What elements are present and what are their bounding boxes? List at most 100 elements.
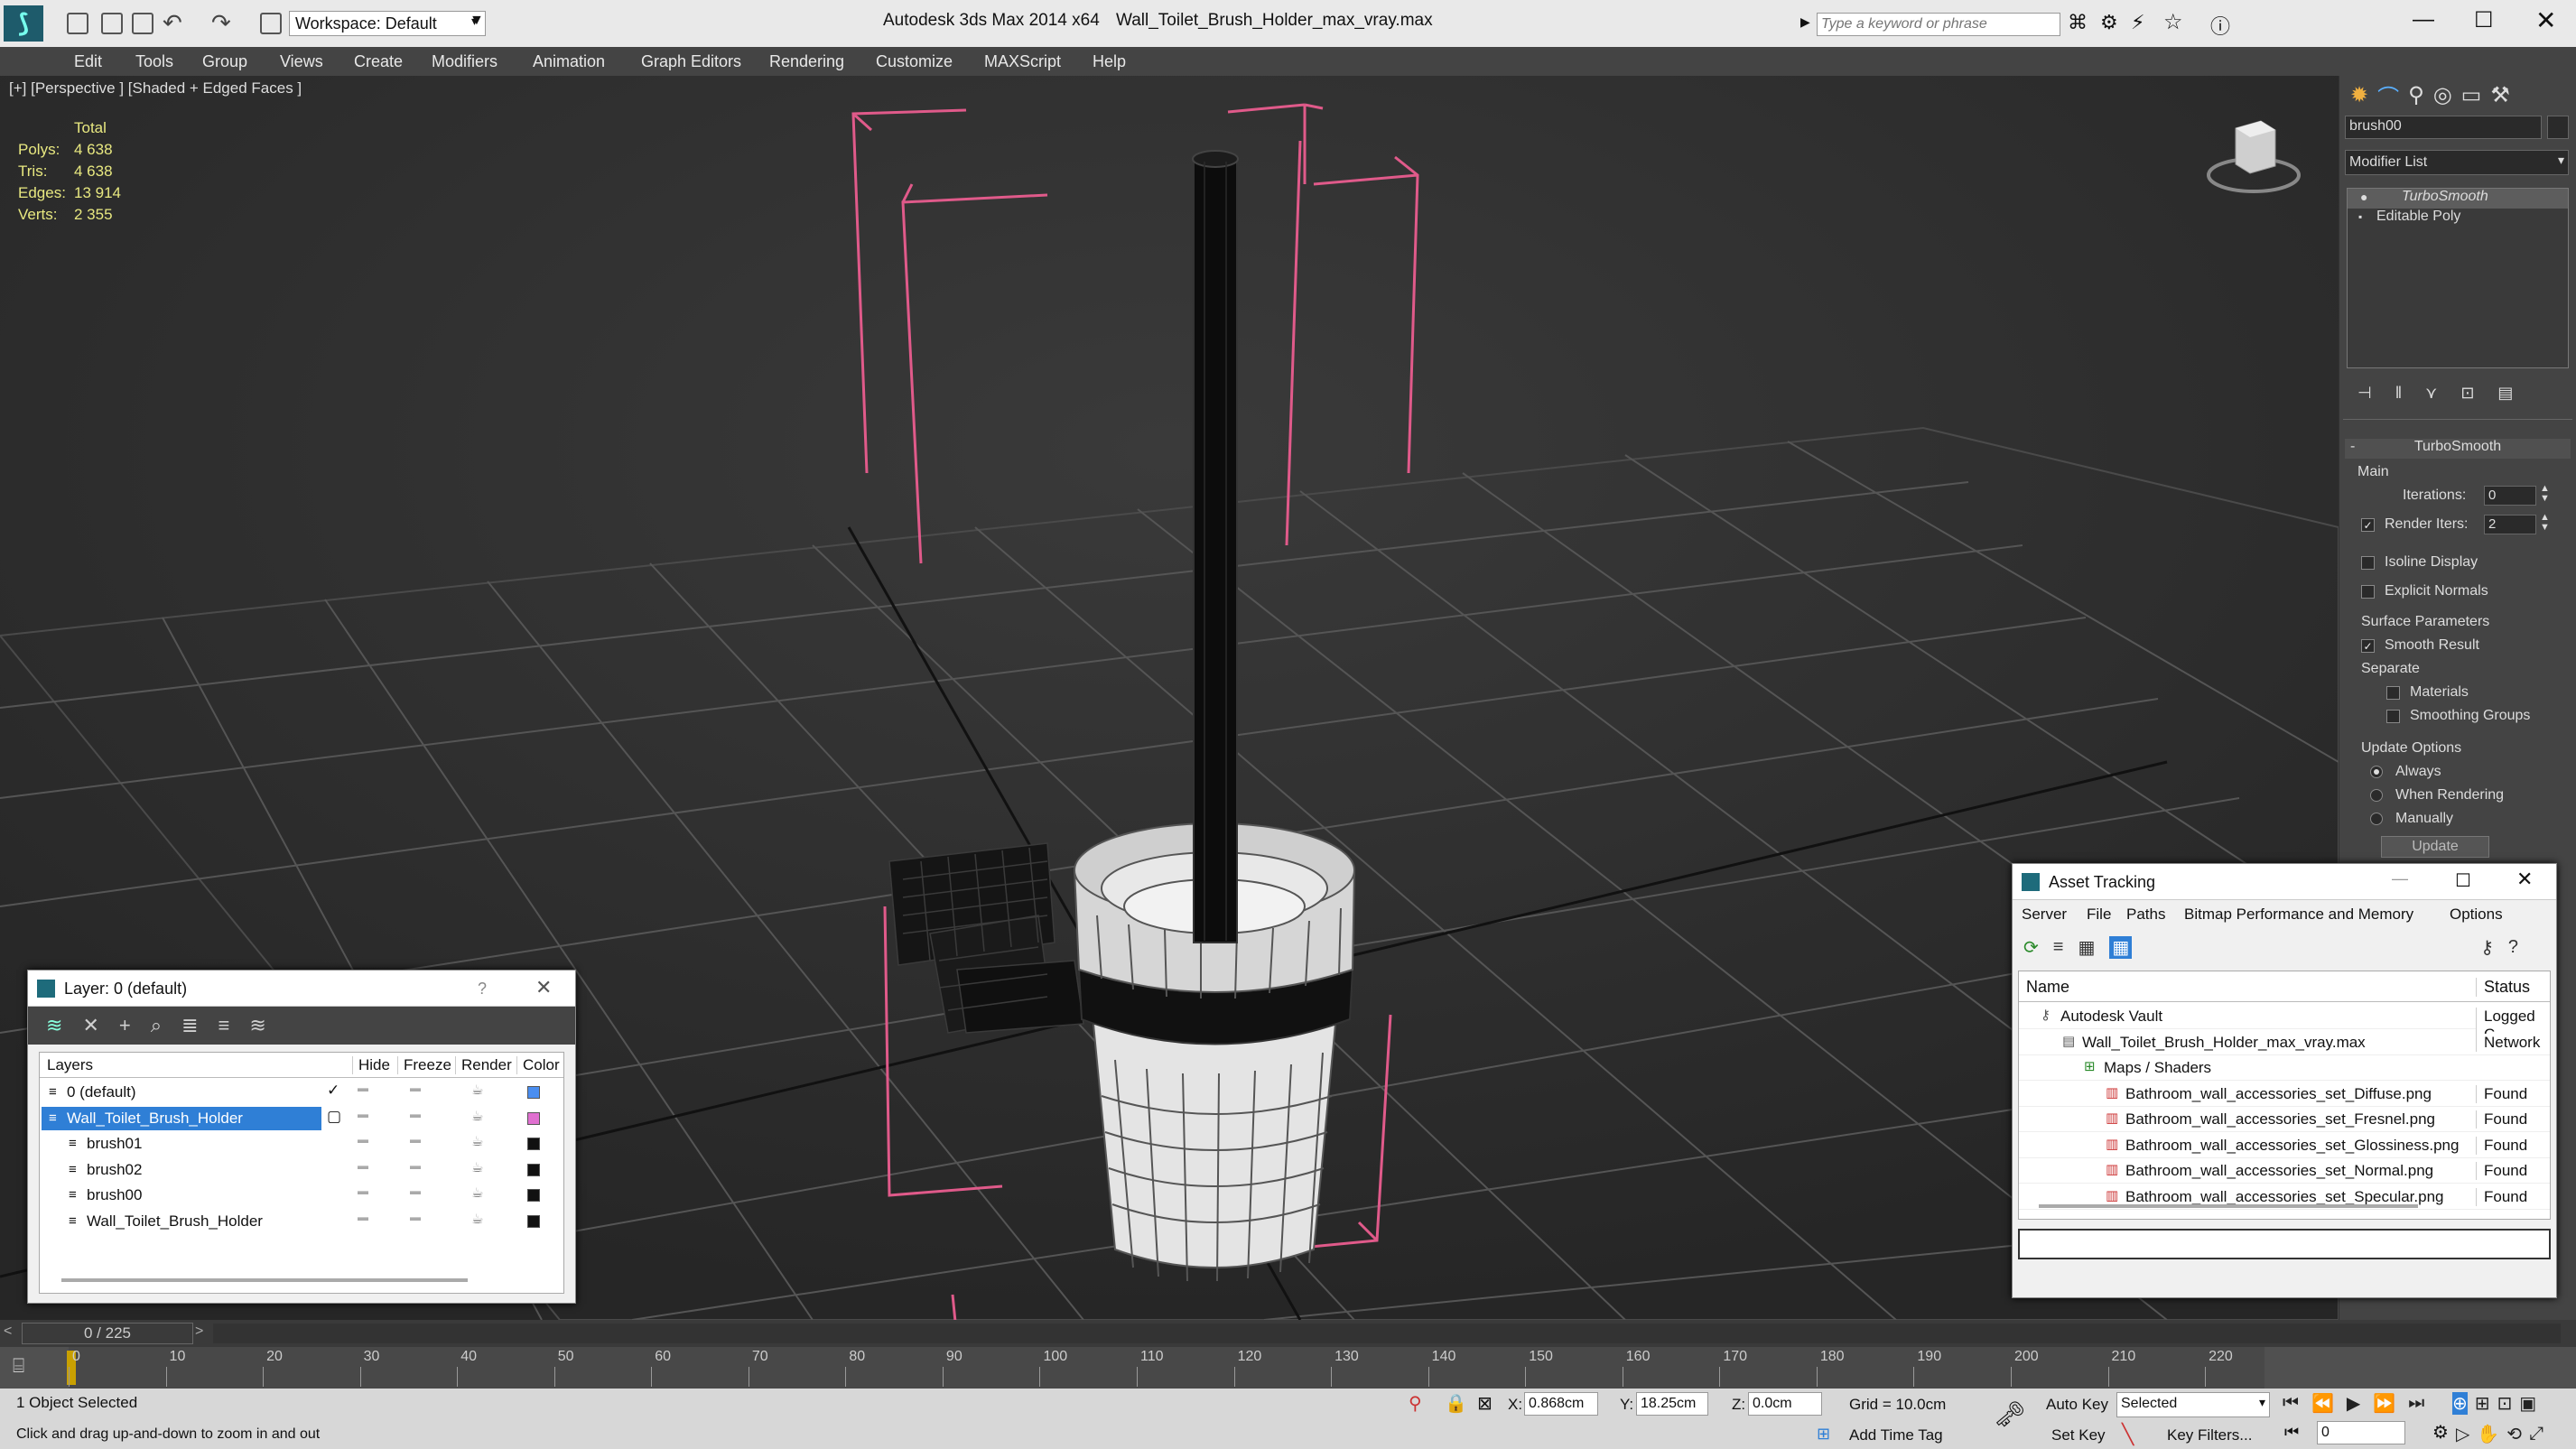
asset-menu-file[interactable]: File (2087, 906, 2111, 924)
auto-key-button[interactable]: Auto Key (2046, 1396, 2108, 1414)
menu-tools[interactable]: Tools (135, 52, 173, 71)
minimize-icon[interactable]: — (2413, 7, 2434, 33)
display-tab-icon[interactable]: ▭ (2461, 82, 2482, 108)
object-color-swatch[interactable] (2547, 116, 2569, 139)
hide-toggle[interactable]: ▬ (358, 1159, 368, 1172)
render-teapot-icon[interactable]: ☕ (471, 1211, 483, 1227)
zoom-extents-icon[interactable]: ⊡ (2497, 1392, 2513, 1415)
goto-end-icon[interactable]: ⏭ (2408, 1393, 2424, 1414)
table-view-icon[interactable]: ▦ (2109, 935, 2133, 959)
freeze-toggle[interactable]: ▬ (410, 1108, 421, 1120)
hide-toggle[interactable]: ▬ (358, 1108, 368, 1120)
maximize-icon[interactable]: ☐ (2474, 7, 2494, 33)
vault-icon[interactable]: ⚷ (2480, 936, 2494, 959)
current-frame-field[interactable]: 0 (2317, 1421, 2405, 1444)
zoom-extents-all-icon[interactable]: ▣ (2519, 1392, 2536, 1415)
workspace-dropdown[interactable]: Workspace: Default ▾ (289, 11, 486, 36)
col-render[interactable]: Render (455, 1056, 512, 1074)
render-teapot-icon[interactable]: ☕ (471, 1184, 483, 1201)
object-name-field[interactable]: brush00 (2345, 116, 2542, 139)
isoline-checkbox[interactable] (2361, 556, 2375, 570)
freeze-toggle[interactable]: ▬ (410, 1159, 421, 1172)
hide-toggle[interactable]: ▬ (358, 1184, 368, 1197)
layer-name-cell[interactable]: ≡ brush02 (42, 1158, 321, 1182)
when-rendering-radio[interactable] (2370, 789, 2383, 802)
menu-graph-editors[interactable]: Graph Editors (641, 52, 741, 71)
layer-row[interactable]: ≡ Wall_Toilet_Brush_Holder ▬ ▬ ☕ (40, 1209, 563, 1234)
remove-modifier-icon[interactable]: ⊡ (2460, 384, 2474, 403)
horizontal-scrollbar[interactable] (61, 1278, 468, 1282)
manually-radio[interactable] (2370, 813, 2383, 825)
key-mode-toggle-icon[interactable]: ⏮ (2284, 1423, 2299, 1442)
time-tag-icon[interactable]: ⊞ (1817, 1425, 1830, 1444)
orbit-icon[interactable]: ⟲ (2506, 1423, 2522, 1445)
prev-key-icon[interactable]: ⏪ (2311, 1392, 2334, 1415)
stack-item-editable-poly[interactable]: ▪ Editable Poly (2348, 209, 2568, 228)
subscription-icon[interactable]: ⚙ (2100, 11, 2118, 34)
communication-icon[interactable]: ⚡ (2131, 11, 2144, 34)
key-filters-button[interactable]: Key Filters... (2167, 1426, 2252, 1444)
delete-layer-icon[interactable]: ✕ (82, 1014, 98, 1037)
current-layer-indicator[interactable]: ✓ (327, 1082, 339, 1100)
redo-icon[interactable]: ↷ (211, 9, 231, 37)
next-frame-icon[interactable]: > (195, 1324, 203, 1340)
add-to-layer-icon[interactable]: + (119, 1014, 131, 1037)
menu-rendering[interactable]: Rendering (769, 52, 844, 71)
create-layer-icon[interactable]: ≋ (46, 1014, 62, 1037)
layer-window-title-bar[interactable]: Layer: 0 (default) ? ✕ (28, 971, 575, 1007)
layer-row[interactable]: ≡ Wall_Toilet_Brush_Holder ▢ ▬ ▬ ☕ (40, 1106, 563, 1131)
col-layers[interactable]: Layers (47, 1056, 93, 1074)
binoculars-icon[interactable]: ⌘ (2068, 11, 2088, 34)
layer-row[interactable]: ≡ brush02 ▬ ▬ ☕ (40, 1157, 563, 1183)
hide-toggle[interactable]: ▬ (358, 1211, 368, 1223)
spinner-arrows-icon[interactable]: ▲ ▼ (2540, 484, 2550, 504)
tree-view-icon[interactable]: ▦ (2078, 936, 2095, 959)
zoom-icon[interactable]: ⊕ (2452, 1392, 2468, 1415)
asset-row[interactable]: ▥ Bathroom_wall_accessories_set_Fresnel.p… (2019, 1107, 2550, 1132)
absolute-mode-icon[interactable]: ⊠ (1477, 1392, 1493, 1415)
menu-group[interactable]: Group (202, 52, 247, 71)
freeze-toggle[interactable]: ▬ (410, 1184, 421, 1197)
layer-color-swatch[interactable] (527, 1189, 540, 1202)
render-teapot-icon[interactable]: ☕ (471, 1159, 483, 1175)
lightbulb-icon[interactable]: ● (2360, 190, 2367, 204)
workspace-arrow-icon[interactable]: ▼ (470, 13, 484, 29)
layer-name-cell[interactable]: ≡ Wall_Toilet_Brush_Holder (42, 1210, 321, 1233)
play-icon[interactable]: ▶ (2347, 1392, 2360, 1415)
show-end-result-icon[interactable]: ‖ (2395, 384, 2402, 403)
utilities-tab-icon[interactable]: ⚒ (2490, 82, 2510, 108)
asset-menu-options[interactable]: Options (2450, 906, 2503, 924)
freeze-toggle[interactable]: ▬ (410, 1082, 421, 1094)
layer-row[interactable]: ≡ 0 (default) ✓ ▬ ▬ ☕ (40, 1080, 563, 1105)
menu-help[interactable]: Help (1093, 52, 1126, 71)
turbosmooth-rollout-header[interactable]: - TurboSmooth (2345, 439, 2571, 459)
layer-color-swatch[interactable] (527, 1086, 540, 1099)
layer-color-swatch[interactable] (527, 1163, 540, 1176)
prev-frame-icon[interactable]: < (4, 1324, 12, 1340)
open-icon[interactable] (101, 13, 123, 34)
menu-modifiers[interactable]: Modifiers (432, 52, 498, 71)
expand-icon[interactable]: ▪ (2358, 210, 2362, 223)
smoothing-groups-checkbox[interactable] (2386, 710, 2400, 723)
undo-icon[interactable]: ↶ (163, 9, 182, 37)
always-radio[interactable] (2370, 766, 2383, 778)
help-icon[interactable]: ? (478, 980, 487, 999)
create-tab-icon[interactable]: ✹ (2350, 82, 2368, 108)
update-button[interactable]: Update (2381, 836, 2489, 858)
pin-stack-icon[interactable]: ⊣ (2357, 384, 2372, 403)
goto-start-icon[interactable]: ⏮ (2283, 1393, 2299, 1414)
close-icon[interactable]: ✕ (535, 976, 552, 999)
help-icon[interactable]: ? (2508, 937, 2518, 958)
current-layer-indicator[interactable]: ▢ (327, 1108, 341, 1126)
fov-icon[interactable]: ▷ (2456, 1423, 2469, 1445)
layer-name-cell[interactable]: ≡ 0 (default) (42, 1081, 321, 1104)
render-teapot-icon[interactable]: ☕ (471, 1133, 483, 1149)
time-config-icon[interactable]: ⚙ (2432, 1421, 2449, 1444)
layer-color-swatch[interactable] (527, 1214, 540, 1228)
set-key-button[interactable]: Set Key (2051, 1426, 2106, 1444)
asset-menu-bitmap[interactable]: Bitmap Performance and Memory (2184, 906, 2413, 924)
materials-checkbox[interactable] (2386, 686, 2400, 700)
asset-row[interactable]: ▤ Wall_Toilet_Brush_Holder_max_vray.max Ne… (2019, 1030, 2550, 1055)
maximize-icon[interactable]: ☐ (2455, 869, 2471, 892)
track-bar[interactable]: ⌸ 0 10 20 30 40 50 60 70 80 90 100 110 120 130 140 150 1… (0, 1347, 2576, 1389)
